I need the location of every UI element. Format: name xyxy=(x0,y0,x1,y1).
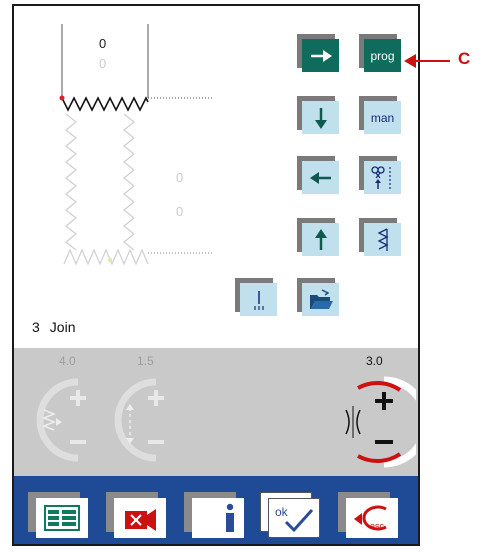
open-folder-icon xyxy=(309,288,333,309)
prog-button[interactable]: prog xyxy=(359,34,401,72)
stitch-status-line: 3 Join xyxy=(32,319,85,335)
arrow-up-icon xyxy=(314,228,327,250)
needle-icon xyxy=(253,290,264,310)
move-down-button[interactable] xyxy=(297,96,339,134)
stitch-width-value: 4.0 xyxy=(59,354,76,368)
stitch-top-ghost-value: 0 xyxy=(99,56,107,71)
length-plus-button[interactable] xyxy=(148,390,164,406)
memory-icon xyxy=(125,509,156,531)
ok-button[interactable]: ok xyxy=(260,492,320,538)
scissors-stitch-icon xyxy=(370,165,391,189)
mirror-stitch-button[interactable] xyxy=(359,218,401,256)
move-right-button[interactable] xyxy=(297,34,339,72)
stitch-width-icon xyxy=(41,409,57,431)
move-up-button[interactable] xyxy=(297,218,339,256)
memory-button[interactable] xyxy=(106,492,166,538)
info-icon xyxy=(226,503,234,532)
stitch-settings-panel: 4.0 1.5 3.0 xyxy=(14,348,418,476)
stitch-name: Join xyxy=(49,319,76,335)
info-button[interactable] xyxy=(184,492,244,538)
width-length-controls xyxy=(36,378,164,462)
open-folder-button[interactable] xyxy=(297,278,339,316)
list-menu-icon xyxy=(44,505,80,531)
stitch-menu-button[interactable] xyxy=(28,492,88,538)
cut-thread-button[interactable] xyxy=(359,156,401,194)
svg-text:ok: ok xyxy=(275,505,289,519)
needle-position-button[interactable] xyxy=(235,278,277,316)
ok-check-icon: ok xyxy=(275,505,314,533)
thread-tension-value: 3.0 xyxy=(366,354,383,368)
arrow-right-icon xyxy=(310,49,332,62)
width-plus-button[interactable] xyxy=(70,390,86,406)
stitch-right-ghost-value-2: 0 xyxy=(176,204,184,219)
stitch-right-ghost-value-1: 0 xyxy=(176,170,184,185)
man-button-label: man xyxy=(370,110,395,125)
stitch-number: 3 xyxy=(32,319,40,335)
stitch-preview-area: 0 0 0 0 prog man 3 Join xyxy=(14,6,418,346)
arrow-left-icon xyxy=(309,171,331,184)
man-button[interactable]: man xyxy=(359,96,401,134)
move-left-button[interactable] xyxy=(297,156,339,194)
arrow-down-icon xyxy=(314,107,327,129)
stitch-pattern-preview xyxy=(59,24,214,266)
mirror-stitch-icon xyxy=(377,227,388,251)
tension-plus-button[interactable] xyxy=(375,392,393,410)
callout-label: C xyxy=(458,49,471,68)
stitch-length-value: 1.5 xyxy=(137,354,154,368)
sewing-machine-screen: 0 0 0 0 prog man 3 Join 4.0 1.5 3.0 ok e… xyxy=(12,4,420,546)
thread-tension-control xyxy=(345,376,416,468)
stitch-top-value: 0 xyxy=(99,36,107,51)
bottom-toolbar: ok esc xyxy=(14,476,418,544)
esc-return-icon: esc xyxy=(354,505,387,531)
prog-button-label: prog xyxy=(370,48,395,63)
svg-text:esc: esc xyxy=(370,521,385,531)
tension-icon xyxy=(345,406,361,438)
esc-button[interactable]: esc xyxy=(338,492,398,538)
callout-arrow-icon xyxy=(404,54,416,68)
